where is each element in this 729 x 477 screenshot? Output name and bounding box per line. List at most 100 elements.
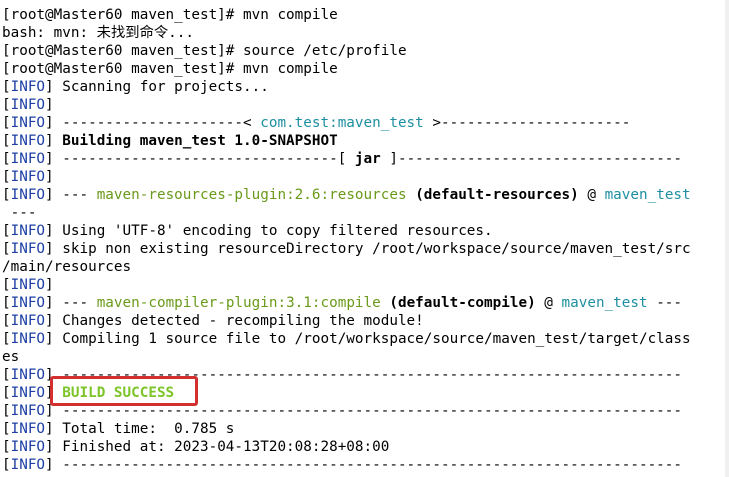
terminal-text: [ <box>2 169 11 185</box>
terminal-line: [INFO] --- maven-compiler-plugin:3.1:com… <box>2 294 682 312</box>
terminal-line: [INFO] Total time: 0.785 s <box>2 420 234 438</box>
info-tag: INFO <box>10 403 46 419</box>
terminal-text: ] Compiling 1 source file to /root/works… <box>45 331 691 347</box>
info-tag: INFO <box>10 151 46 167</box>
terminal-text: ] <box>45 133 63 149</box>
terminal-text: ] Finished at: 2023-04-13T20:08:28+08:00 <box>45 439 390 455</box>
terminal-text: (default-resources) <box>415 187 579 203</box>
terminal-text: [ <box>2 223 11 239</box>
terminal-text: ] --- <box>45 295 97 311</box>
terminal-line: [INFO] --- maven-resources-plugin:2.6:re… <box>2 186 691 204</box>
terminal-line: /main/resources <box>2 258 131 276</box>
info-tag: INFO <box>10 187 46 203</box>
terminal-text: ] Using 'UTF-8' encoding to copy filtere… <box>45 223 493 239</box>
terminal-text: [ <box>2 385 11 401</box>
terminal-text: [ <box>2 187 11 203</box>
terminal-text: --- <box>647 295 683 311</box>
scrollbar[interactable] <box>725 0 729 477</box>
terminal-line: [INFO] <box>2 276 54 294</box>
info-tag: INFO <box>10 421 46 437</box>
terminal-text: [ <box>2 295 11 311</box>
terminal-text: [ <box>2 79 11 95</box>
terminal-text: ] <box>45 97 54 113</box>
terminal-line: [root@Master60 maven_test]# source /etc/… <box>2 42 407 60</box>
terminal-line: [INFO] Using 'UTF-8' encoding to copy fi… <box>2 222 493 240</box>
terminal-text: [ <box>2 277 11 293</box>
terminal-line: [INFO] ---------------------< com.test:m… <box>2 114 630 132</box>
terminal-text: @ <box>578 187 605 203</box>
terminal-text: /main/resources <box>2 259 132 275</box>
terminal-line: [INFO] <box>2 96 54 114</box>
terminal-line: [INFO] Scanning for projects... <box>2 78 269 96</box>
terminal-line: [INFO] ---------------------------------… <box>2 456 682 474</box>
terminal-text: --- <box>2 205 37 221</box>
info-tag: INFO <box>10 223 46 239</box>
info-tag: INFO <box>10 277 46 293</box>
terminal-text: (default-compile) <box>389 295 536 311</box>
terminal-text: [ <box>2 331 11 347</box>
terminal-text: maven_test <box>561 295 648 311</box>
terminal-text: [root@Master60 maven_test]# mvn compile <box>2 61 338 77</box>
terminal-text: [ <box>2 367 11 383</box>
terminal-text: ]--------------------------------- <box>380 151 683 167</box>
info-tag: INFO <box>10 115 46 131</box>
terminal-line: bash: mvn: 未找到命令... <box>2 24 194 42</box>
terminal-text: ] --------------------------------------… <box>45 457 682 473</box>
terminal-text: bash: mvn: 未找到命令... <box>2 25 194 41</box>
terminal-line: [INFO] skip non existing resourceDirecto… <box>2 240 691 258</box>
terminal-text: [ <box>2 313 11 329</box>
terminal-text: [ <box>2 439 11 455</box>
terminal-text: Building maven_test 1.0-SNAPSHOT <box>62 133 338 149</box>
terminal-text: [ <box>2 115 11 131</box>
terminal-text: es <box>2 349 20 365</box>
info-tag: INFO <box>10 457 46 473</box>
terminal-line: [root@Master60 maven_test]# mvn compile <box>2 6 338 24</box>
terminal-text: ] Changes detected - recompiling the mod… <box>45 313 424 329</box>
build-success-highlight <box>50 376 198 406</box>
terminal-text: @ <box>535 295 562 311</box>
terminal-text: ] --------------------------------[ <box>45 151 355 167</box>
info-tag: INFO <box>10 331 46 347</box>
terminal-text: maven-compiler-plugin:3.1:compile <box>96 295 381 311</box>
terminal-line: [INFO] Changes detected - recompiling th… <box>2 312 424 330</box>
terminal-text: ] <box>45 277 54 293</box>
info-tag: INFO <box>10 79 46 95</box>
terminal-line: [root@Master60 maven_test]# mvn compile <box>2 60 338 78</box>
terminal-text: ] ---------------------< <box>45 115 261 131</box>
terminal-text: [ <box>2 403 11 419</box>
terminal-text: ] --- <box>45 187 97 203</box>
terminal-text: com.test:maven_test <box>260 115 424 131</box>
terminal-text: [ <box>2 151 11 167</box>
terminal-line: [INFO] Building maven_test 1.0-SNAPSHOT <box>2 132 338 150</box>
terminal-text: [ <box>2 97 11 113</box>
info-tag: INFO <box>10 439 46 455</box>
info-tag: INFO <box>10 295 46 311</box>
terminal-line: [INFO] --------------------------------[… <box>2 150 682 168</box>
info-tag: INFO <box>10 97 46 113</box>
terminal-text: ] Total time: 0.785 s <box>45 421 235 437</box>
terminal-text: ] <box>45 169 54 185</box>
terminal-text: [ <box>2 241 11 257</box>
terminal-line: es <box>2 348 19 366</box>
info-tag: INFO <box>10 241 46 257</box>
terminal-text: ] skip non existing resourceDirectory /r… <box>45 241 691 257</box>
info-tag: INFO <box>10 169 46 185</box>
terminal-text: [root@Master60 maven_test]# source /etc/… <box>2 43 407 59</box>
terminal-text: [ <box>2 133 11 149</box>
info-tag: INFO <box>10 367 46 383</box>
info-tag: INFO <box>10 385 46 401</box>
terminal-text: [ <box>2 457 11 473</box>
terminal-line: [INFO] <box>2 168 54 186</box>
terminal-text: ] Scanning for projects... <box>45 79 269 95</box>
terminal-text: [ <box>2 421 11 437</box>
terminal-text: [root@Master60 maven_test]# mvn compile <box>2 7 338 23</box>
terminal-line: [INFO] Finished at: 2023-04-13T20:08:28+… <box>2 438 389 456</box>
terminal-line: --- <box>2 204 37 222</box>
terminal-text: jar <box>354 151 381 167</box>
info-tag: INFO <box>10 313 46 329</box>
terminal-line: [INFO] Compiling 1 source file to /root/… <box>2 330 691 348</box>
terminal-text: maven-resources-plugin:2.6:resources <box>96 187 407 203</box>
terminal-text: >---------------------- <box>423 115 631 131</box>
info-tag: INFO <box>10 133 46 149</box>
terminal-text: maven_test <box>604 187 691 203</box>
